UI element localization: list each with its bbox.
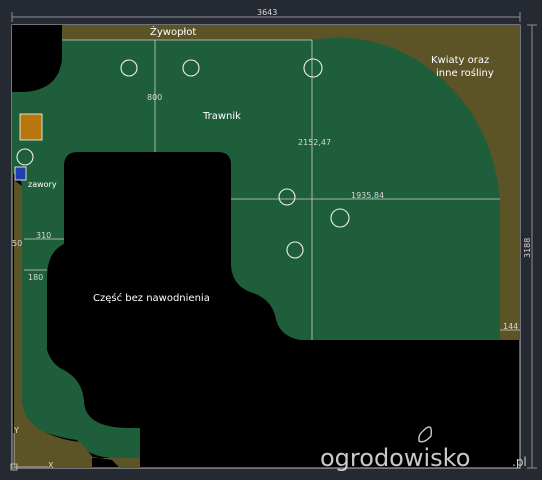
watermark-brand: ogrodowisko: [320, 444, 470, 472]
garden-plan: Żywopłot Kwiaty oraz inne rośliny Trawni…: [10, 8, 537, 472]
dim-50: 50: [12, 239, 22, 248]
watermark-suffix: .pl: [512, 455, 527, 469]
dim-total-height: 3188: [523, 238, 532, 258]
no-irrigation-label: Część bez nawodnienia: [93, 292, 210, 304]
flowers-label-line1: Kwiaty oraz: [431, 55, 489, 66]
dim-180: 180: [28, 273, 43, 282]
hedge-label: Żywopłot: [150, 25, 196, 38]
axis-x-label: X: [48, 461, 54, 470]
dim-310: 310: [36, 231, 51, 240]
dim-800: 800: [147, 93, 162, 102]
dim-144: 144: [503, 322, 518, 331]
dim-1935: 1935,84: [351, 191, 384, 200]
flowers-label-line2: inne rośliny: [436, 67, 494, 79]
lawn-label: Trawnik: [202, 111, 241, 122]
dim-total-width: 3643: [257, 8, 277, 17]
axis-y-label: Y: [13, 426, 19, 435]
valves-label: zawory: [28, 180, 57, 189]
dim-2152: 2152,47: [298, 138, 331, 147]
valve-box-icon: [14, 166, 27, 181]
device-box: [19, 113, 43, 141]
